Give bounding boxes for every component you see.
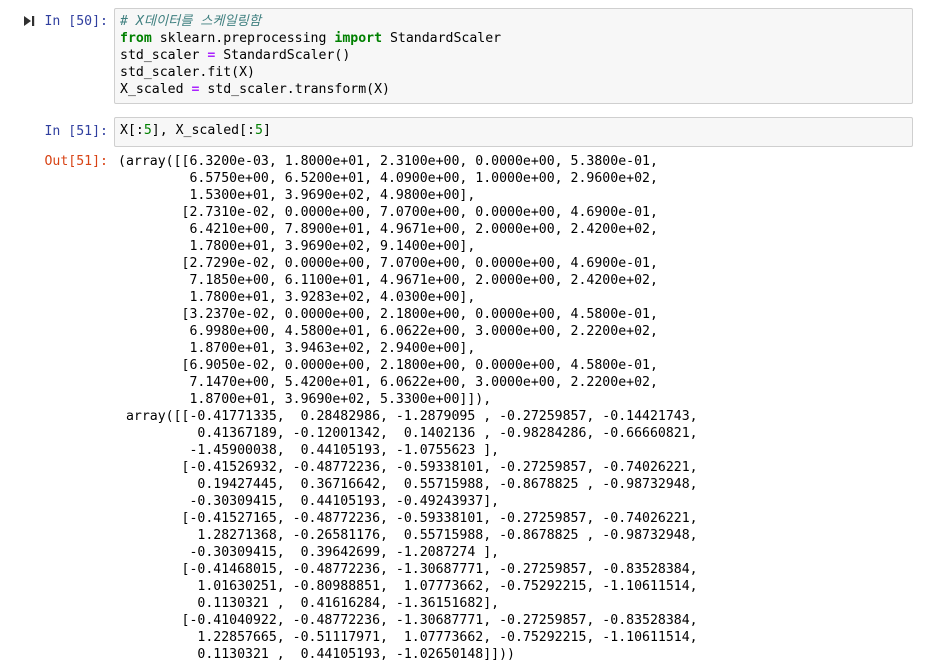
- code-line: from sklearn.preprocessing import Standa…: [120, 30, 907, 47]
- code-token: StandardScaler(): [215, 48, 351, 63]
- input-prompt: In [51]:: [44, 124, 108, 139]
- code-token: std_scaler.fit(X): [120, 65, 255, 80]
- code-token: ], X_scaled[:: [151, 123, 255, 138]
- code-line: std_scaler.fit(X): [120, 64, 907, 81]
- code-token: 5: [143, 123, 152, 138]
- input-prompt: In [50]:: [44, 14, 108, 29]
- code-editor[interactable]: # X데이터를 스케일링함 from sklearn.preprocessing …: [115, 9, 912, 102]
- code-line: X[:5], X_scaled[:5]: [120, 122, 907, 139]
- code-token: X_scaled: [120, 82, 192, 97]
- code-token: 5: [255, 123, 263, 138]
- code-token: std_scaler: [120, 48, 208, 63]
- code-token: from: [120, 31, 152, 46]
- code-editor[interactable]: X[:5], X_scaled[:5]: [115, 118, 912, 143]
- code-token: sklearn.preprocessing: [151, 31, 335, 46]
- code-token: import: [334, 31, 383, 46]
- output-prompt: Out[51]:: [44, 154, 108, 169]
- code-line: # X데이터를 스케일링함: [120, 13, 907, 30]
- code-token: X[:: [120, 123, 144, 138]
- code-token: ]: [262, 123, 271, 138]
- code-token: # X데이터를 스케일링함: [120, 14, 261, 29]
- code-cell-input[interactable]: # X데이터를 스케일링함 from sklearn.preprocessing …: [114, 8, 913, 104]
- code-cell-input[interactable]: X[:5], X_scaled[:5]: [114, 117, 913, 147]
- code-line: X_scaled = std_scaler.transform(X): [120, 81, 907, 98]
- code-token: StandardScaler: [382, 31, 502, 46]
- code-line: std_scaler = StandardScaler(): [120, 47, 907, 64]
- cell-output: (array([[6.3200e-03, 1.8000e+01, 2.3100e…: [118, 154, 698, 662]
- code-token: std_scaler.transform(X): [199, 82, 390, 97]
